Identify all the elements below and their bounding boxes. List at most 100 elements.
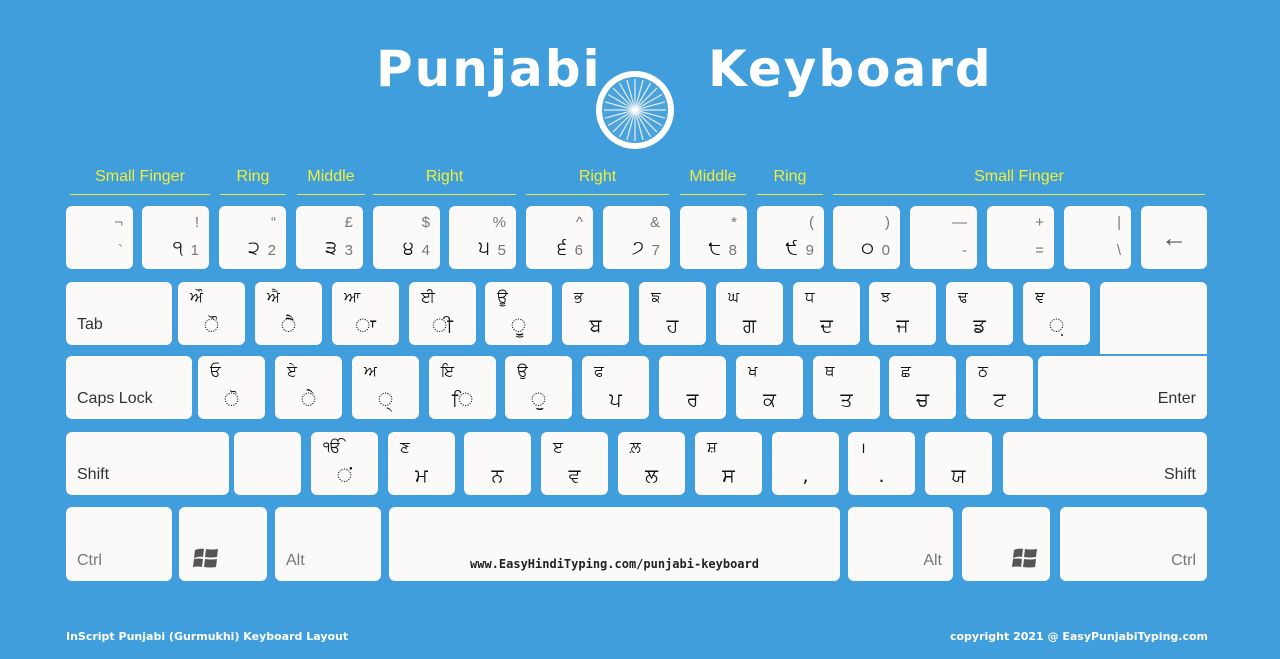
main-char: ਡ (973, 315, 986, 337)
key-row3[interactable]: ਛਚ (889, 356, 956, 419)
main-char: ੇ (300, 389, 317, 411)
key-row1[interactable]: £3 ੩ (296, 206, 363, 269)
enter-key-upper[interactable] (1100, 282, 1207, 354)
key-row1[interactable]: ) 0 ੦ (833, 206, 900, 269)
base-symbol: = (1035, 242, 1044, 259)
key-row1[interactable]: — - (910, 206, 977, 269)
punjabi-digit: ੮ (708, 237, 721, 259)
key-row2[interactable]: ਢਡ (946, 282, 1013, 345)
key-row4[interactable]: ਲ਼ ਲ (618, 432, 685, 495)
finger-label: Right (526, 168, 669, 195)
key-row3[interactable]: ਫਪ (582, 356, 649, 419)
main-char: ਪ (609, 389, 622, 411)
main-char: ੍ (377, 389, 394, 411)
key-row3[interactable]: ਏੇ (275, 356, 342, 419)
shifted-char: ਣ (400, 438, 410, 456)
key-row2[interactable]: ਧਦ (793, 282, 860, 345)
key-row1[interactable]: “ 2 ੨ (219, 206, 286, 269)
key-row2[interactable]: ਈੀ (409, 282, 476, 345)
key-row3[interactable]: ਅ੍ (352, 356, 419, 419)
windows-left-key[interactable] (179, 507, 267, 581)
key-row2[interactable]: ਘਗ (716, 282, 783, 345)
caps-lock-key[interactable]: Caps Lock (66, 356, 192, 419)
main-char: ਯ (951, 465, 966, 487)
shifted-char: ਇ (441, 362, 455, 380)
shift-symbol: | (1117, 214, 1121, 231)
key-row1[interactable]: | \ (1064, 206, 1131, 269)
key-row1[interactable]: $4 ੪ (373, 206, 440, 269)
alt-left-key[interactable]: Alt (275, 507, 381, 581)
finger-label: Small Finger (70, 168, 210, 195)
main-char: ੌ (203, 315, 220, 337)
main-char: ਵ (568, 465, 581, 487)
shift-symbol: ¬ (114, 214, 123, 231)
key-row2[interactable]: ਐੈ (255, 282, 322, 345)
key-row4[interactable]: ਨ (464, 432, 531, 495)
ctrl-left-key[interactable]: Ctrl (66, 507, 172, 581)
key-row2[interactable]: ਊੂ (485, 282, 552, 345)
backspace-key[interactable]: ← (1141, 206, 1207, 269)
ctrl-label: Ctrl (1171, 552, 1196, 569)
key-row4[interactable]: , (772, 432, 839, 495)
punjabi-digit: ੩ (325, 237, 337, 259)
enter-key[interactable]: Enter (1038, 356, 1207, 419)
key-row1[interactable]: % 5 ੫ (449, 206, 516, 269)
main-char: ੈ (280, 315, 297, 337)
key-row3[interactable]: ਰ (659, 356, 726, 419)
alt-label: Alt (286, 552, 305, 569)
key-row3[interactable]: ਓੋ (198, 356, 265, 419)
shift-right-key[interactable]: Shift (1003, 432, 1207, 495)
finger-label: Right (373, 168, 516, 195)
key-row1[interactable]: (9 ੯ (757, 206, 824, 269)
key-row4[interactable]: ਣਮ (388, 432, 455, 495)
key-row1[interactable]: ! 1 ੧ (142, 206, 209, 269)
key-row4[interactable]: ੲਵ (541, 432, 608, 495)
key-row4[interactable]: ਯ (925, 432, 992, 495)
key-row3[interactable]: ਠਟ (966, 356, 1033, 419)
key-row1[interactable]: + = (987, 206, 1054, 269)
shifted-char: ਅ (364, 362, 377, 380)
key-row1[interactable]: ^ 6 ੬ (526, 206, 593, 269)
key-row3[interactable]: ਇਿ (429, 356, 496, 419)
key-row1[interactable]: & 7 ੭ (603, 206, 670, 269)
windows-logo-icon (1012, 548, 1037, 568)
tab-key[interactable]: Tab (66, 282, 172, 345)
punjabi-digit: ੧ (172, 237, 183, 259)
key-row4[interactable] (234, 432, 301, 495)
key-row2[interactable]: ਞ਼ (1023, 282, 1090, 345)
punjabi-digit: ੨ (248, 237, 260, 259)
key-row1[interactable]: * 8 ੮ (680, 206, 747, 269)
key-row3[interactable]: ਖਕ (736, 356, 803, 419)
key-row2[interactable]: ਭਬ (562, 282, 629, 345)
ctrl-right-key[interactable]: Ctrl (1060, 507, 1207, 581)
key-row4[interactable]: ੴਂ (311, 432, 378, 495)
space-bar[interactable]: www.EasyHindiTyping.com/punjabi-keyboard (389, 507, 840, 581)
key-row3[interactable]: ਥਤ (813, 356, 880, 419)
shift-left-key[interactable]: Shift (66, 432, 229, 495)
main-char: ੋ (223, 389, 240, 411)
ashoka-chakra-icon (596, 71, 674, 149)
shifted-char: ਓ (210, 362, 221, 380)
main-char: ਕ (763, 389, 776, 411)
backspace-arrow-icon: ← (1161, 222, 1187, 252)
alt-right-key[interactable]: Alt (848, 507, 953, 581)
shift-symbol: & (649, 214, 660, 231)
finger-label-text: Middle (307, 168, 355, 185)
key-row4[interactable]: ।. (848, 432, 915, 495)
key-row2[interactable]: ਔੌ (178, 282, 245, 345)
key-row3[interactable]: ਉੁ (505, 356, 572, 419)
key-row4[interactable]: ਸ਼ ਸ (695, 432, 762, 495)
shifted-char: ਏ (287, 362, 297, 380)
main-char: , (802, 465, 809, 487)
base-symbol: 1 (190, 242, 199, 259)
main-char: ਟ (993, 389, 1006, 411)
shifted-char: ਭ (574, 288, 584, 306)
windows-right-key[interactable] (962, 507, 1050, 581)
key-row2[interactable]: ਆਾ (332, 282, 399, 345)
key-row1[interactable]: ¬ ` (66, 206, 133, 269)
key-row2[interactable]: ਙਹ (639, 282, 706, 345)
shift-symbol: £ (344, 214, 353, 231)
shifted-char: ਫ (594, 362, 604, 380)
punjabi-digit: ੭ (631, 237, 644, 259)
key-row2[interactable]: ਝਜ (869, 282, 936, 345)
